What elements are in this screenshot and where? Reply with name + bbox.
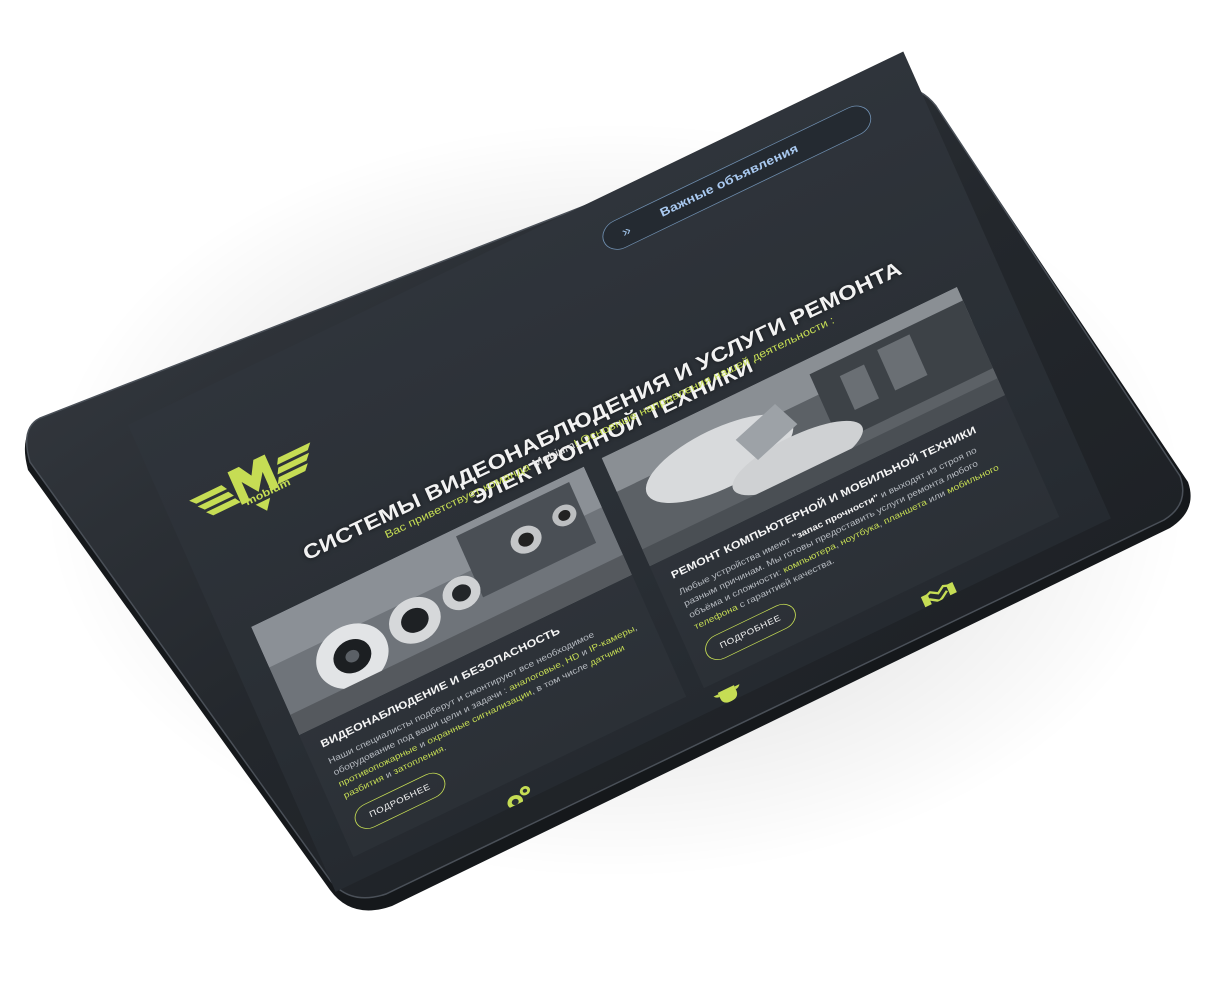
logo[interactable]	[177, 415, 331, 548]
mobium-wings-logo	[189, 442, 311, 516]
double-chevron-icon: »	[618, 221, 634, 240]
